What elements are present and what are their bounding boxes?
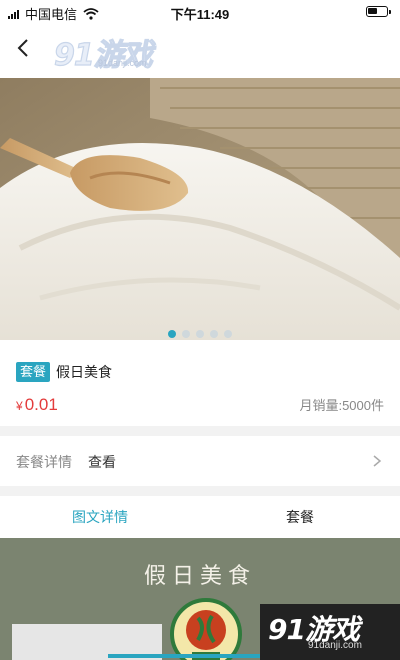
restaurant-emblem-icon — [170, 598, 242, 660]
pagination-dot[interactable] — [210, 330, 218, 338]
detail-tabs: 图文详情 套餐 — [0, 496, 400, 538]
package-detail-label: 套餐详情 — [16, 454, 72, 470]
chevron-right-icon — [373, 455, 382, 467]
status-time: 下午11:49 — [170, 7, 230, 22]
product-info: 套餐 假日美食 ¥0.01 月销量:5000件 — [0, 350, 400, 426]
product-title: 假日美食 — [56, 364, 112, 380]
price-value: 0.01 — [24, 395, 58, 414]
product-banner-image[interactable] — [0, 78, 400, 340]
watermark-sub: 91danji.com — [308, 640, 362, 651]
pagination-dot[interactable] — [224, 330, 232, 338]
view-link[interactable]: 查看 — [88, 452, 116, 472]
monthly-sales: 月销量:5000件 — [299, 398, 384, 413]
divider — [0, 486, 400, 496]
pagination-dot[interactable] — [168, 330, 176, 338]
currency-symbol: ¥ — [16, 399, 23, 413]
banner-pagination — [0, 330, 400, 338]
rice-image — [0, 78, 400, 340]
divider — [0, 426, 400, 436]
product-price: ¥0.01 — [16, 394, 58, 417]
watermark-logo-top: 91游戏 91danji.com — [53, 30, 164, 73]
watermark-logo: 91游戏 91danji.com — [260, 604, 400, 660]
status-bar: 中国电信 下午11:49 — [0, 0, 400, 24]
tab-package[interactable]: 套餐 — [200, 496, 400, 538]
package-tag: 套餐 — [16, 362, 51, 382]
tab-image-text-details[interactable]: 图文详情 — [0, 496, 200, 538]
pagination-dot[interactable] — [196, 330, 204, 338]
battery-icon — [366, 6, 391, 17]
content-title: 假日美食 — [143, 564, 256, 589]
pagination-dot[interactable] — [182, 330, 190, 338]
nav-bar: 91游戏 91danji.com — [0, 24, 400, 74]
active-indicator — [108, 654, 268, 658]
package-detail-row[interactable]: 套餐详情 查看 — [0, 436, 400, 486]
back-button[interactable] — [12, 36, 36, 60]
logo-sub: 91danji.com — [98, 58, 147, 68]
